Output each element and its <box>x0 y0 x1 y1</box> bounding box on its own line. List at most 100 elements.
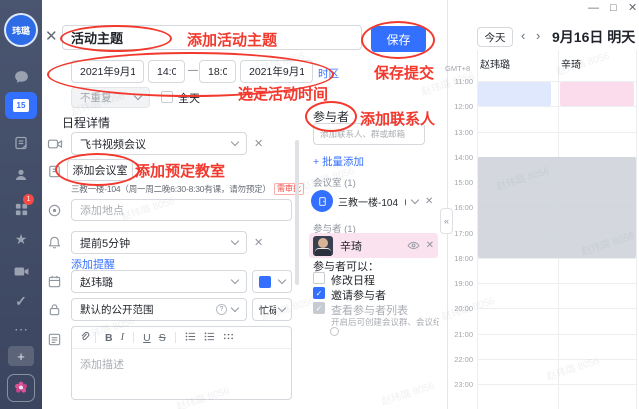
gmt-label: GMT+8 <box>445 64 470 73</box>
bold-icon[interactable]: B <box>105 332 113 344</box>
calendar-tab-active[interactable]: 15 <box>5 92 37 119</box>
busy-block-person2[interactable] <box>560 82 634 106</box>
perm-invite-checkbox[interactable]: ✓ <box>313 287 325 299</box>
selected-room-name: 三教一楼-104（周一… <box>338 194 406 209</box>
color-swatch <box>259 276 271 288</box>
annotation-add-room: 添加预定教室 <box>135 160 225 181</box>
visibility-select[interactable]: 默认的公开范围 ? <box>71 298 247 321</box>
collapse-panel-button[interactable]: « <box>440 208 453 234</box>
lock-icon <box>47 302 63 318</box>
close-editor-icon[interactable]: ✕ <box>45 27 58 45</box>
underline-icon[interactable]: U <box>143 332 151 344</box>
participant-name: 辛琦 <box>340 238 362 254</box>
room-avatar-icon <box>311 190 333 212</box>
remove-room-icon[interactable]: ✕ <box>425 196 433 207</box>
user-avatar[interactable]: 玮璐 <box>4 13 38 47</box>
selected-time-block[interactable] <box>478 157 636 258</box>
event-color-select[interactable] <box>252 270 292 293</box>
grid-line <box>477 359 637 360</box>
strikethrough-icon[interactable]: S <box>159 332 166 344</box>
location-icon <box>47 203 63 219</box>
italic-icon[interactable]: I <box>121 332 125 343</box>
attachment-icon[interactable] <box>79 329 90 347</box>
batch-add-link[interactable]: + 批量添加 <box>313 154 364 169</box>
org-logo[interactable] <box>7 374 35 402</box>
grid-line <box>636 50 637 409</box>
perm-viewlist-checkbox: ✓ <box>313 302 325 314</box>
next-day-icon[interactable]: › <box>536 28 540 43</box>
contacts-icon[interactable] <box>0 164 42 186</box>
selected-room-row[interactable]: 三教一楼-104（周一… ✕ <box>311 188 438 214</box>
hour-label: 15:00 <box>441 178 473 187</box>
window-maximize-button[interactable]: □ <box>610 3 617 14</box>
form-scrollbar[interactable] <box>295 140 299 285</box>
annotation-circle-save <box>361 21 435 59</box>
hour-label: 13:00 <box>441 128 473 137</box>
window-minimize-button[interactable]: — <box>588 3 599 14</box>
participant-row[interactable]: 辛琦 ✕ <box>309 233 438 258</box>
grid-line <box>477 334 637 335</box>
window-close-button[interactable]: ✕ <box>628 3 637 14</box>
remove-reminder-icon[interactable]: ✕ <box>254 236 263 249</box>
more-apps-icon[interactable]: ⋯ <box>0 318 42 340</box>
tasks-check-icon[interactable]: ✓ <box>0 290 42 312</box>
location-input[interactable]: 添加地点 <box>71 199 292 221</box>
busy-block-person1[interactable] <box>478 82 551 106</box>
remove-video-meeting-icon[interactable]: ✕ <box>254 137 263 150</box>
annotation-circle-participants <box>305 101 357 132</box>
permission-note: 开启后可创建会议群、会议纪要 <box>331 316 439 328</box>
column-header-person1[interactable]: 赵玮璐 <box>480 56 510 71</box>
bell-icon <box>47 235 63 251</box>
watermark: 赵玮璐 8056 <box>544 352 601 383</box>
video-meeting-select[interactable]: 飞书视频会议 <box>71 132 247 155</box>
hour-label: 23:00 <box>441 380 473 389</box>
calendar-small-icon <box>47 274 63 290</box>
hour-label: 18:00 <box>441 254 473 263</box>
optional-eye-icon[interactable] <box>407 237 420 255</box>
reminder-select[interactable]: 提前5分钟 <box>71 231 247 254</box>
camera-icon <box>47 136 63 152</box>
annotation-add-contact: 添加联系人 <box>360 108 435 129</box>
grid-line <box>477 283 637 284</box>
hour-label: 21:00 <box>441 330 473 339</box>
video-meeting-icon[interactable] <box>0 260 42 282</box>
hour-label: 22:00 <box>441 355 473 364</box>
details-heading: 日程详情 <box>62 114 110 131</box>
favorites-star-icon[interactable]: ★ <box>0 228 42 250</box>
grid-line <box>477 132 637 133</box>
watermark: 赵玮璐 8056 <box>379 377 436 408</box>
prev-day-icon[interactable]: ‹ <box>521 28 525 43</box>
rooms-count-label: 会议室 (1) <box>313 175 356 189</box>
messenger-icon[interactable] <box>0 66 42 88</box>
annotation-circle-room <box>55 153 140 186</box>
description-box[interactable]: B I U S 添加描述 <box>71 326 292 400</box>
remove-participant-icon[interactable]: ✕ <box>426 240 434 251</box>
today-button[interactable]: 今天 <box>477 27 513 47</box>
hour-label: 14:00 <box>441 153 473 162</box>
perm-edit-label: 修改日程 <box>331 272 375 288</box>
participant-avatar <box>313 236 333 256</box>
app-window: 赵玮璐 8056 赵玮璐 8056 赵玮璐 8056 赵玮璐 8056 赵玮璐 … <box>0 0 639 409</box>
grid-line <box>477 308 637 309</box>
help-icon: ? <box>216 304 227 315</box>
docs-icon[interactable] <box>0 132 42 154</box>
calendar-date-title: 9月16日 明天 <box>552 27 635 47</box>
column-header-person2[interactable]: 辛琦 <box>561 56 581 71</box>
annotation-circle-title <box>60 25 172 52</box>
calendar-owner-select[interactable]: 赵玮璐 <box>71 270 247 293</box>
grid-line <box>477 106 637 107</box>
more-formats-icon[interactable] <box>223 329 234 347</box>
add-app-button[interactable]: + <box>8 346 34 366</box>
calendar-icon: 15 <box>13 99 29 112</box>
annotation-save-submit: 保存提交 <box>374 62 434 83</box>
hour-label: 20:00 <box>441 304 473 313</box>
notification-badge: 1 <box>23 194 34 205</box>
perm-edit-checkbox[interactable] <box>313 272 325 284</box>
busy-status-select[interactable]: 忙碌 <box>252 298 292 321</box>
avatar-initials: 玮璐 <box>12 24 30 37</box>
numbered-list-icon[interactable] <box>204 329 215 347</box>
room-approval-tag: 需审批 <box>274 183 304 195</box>
annotation-add-title: 添加活动主题 <box>187 29 277 50</box>
workbench-icon[interactable] <box>0 198 42 220</box>
bullet-list-icon[interactable] <box>185 329 196 347</box>
